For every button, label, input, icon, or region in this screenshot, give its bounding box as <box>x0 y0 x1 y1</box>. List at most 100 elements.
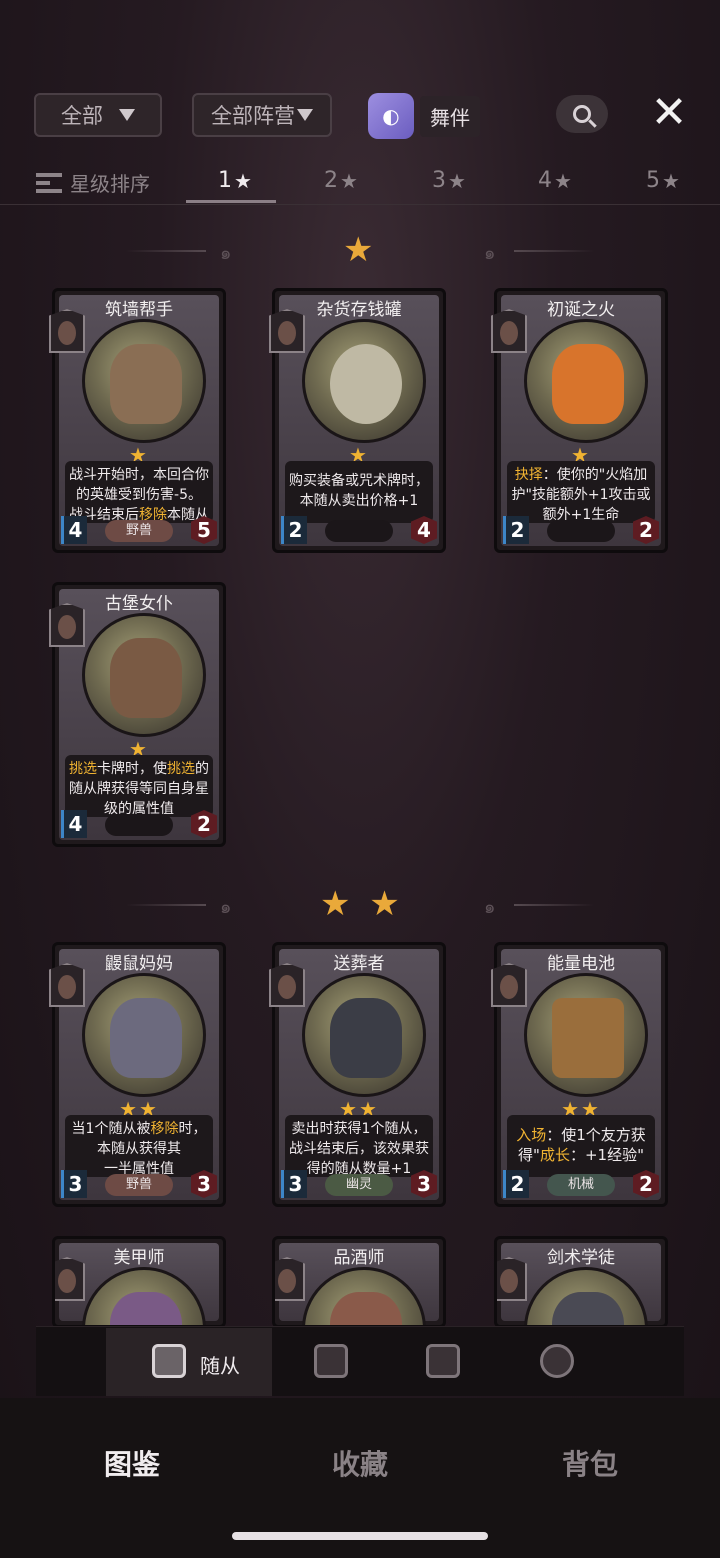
tribe-badge <box>325 520 393 542</box>
tab-star-2[interactable]: 2 ★ <box>324 168 358 193</box>
star-icon: ★ <box>234 168 252 193</box>
equipment-cards-icon[interactable] <box>426 1344 460 1378</box>
tribe-portrait-icon <box>49 963 85 1007</box>
card-manicurist[interactable]: 美甲师 <box>52 1236 226 1328</box>
home-indicator[interactable] <box>232 1532 488 1540</box>
attack-value: 2 <box>281 516 307 544</box>
tab-star-4-label: 4 <box>538 168 552 193</box>
spell-cards-icon[interactable] <box>314 1344 348 1378</box>
card-text: 入场：使1个友方获 得"成长：+1经验" <box>507 1115 655 1177</box>
tab-star-5-label: 5 <box>646 168 660 193</box>
card-text: 当1个随从被移除时， 本随从获得其 一半属性值 <box>65 1115 213 1177</box>
close-icon: ✕ <box>650 87 688 138</box>
health-value: 4 <box>411 516 437 544</box>
tribe-portrait-icon <box>491 309 527 353</box>
tribe-portrait-icon <box>491 963 527 1007</box>
nav-backpack[interactable]: 背包 <box>562 1443 618 1483</box>
tier-divider-left <box>126 904 206 906</box>
card-sword-apprentice[interactable]: 剑术学徒 <box>494 1236 668 1328</box>
chevron-down-icon <box>297 109 313 121</box>
star-icon: ★ <box>554 168 572 193</box>
star-icon: ★ <box>340 168 358 193</box>
health-value: 2 <box>633 1170 659 1198</box>
swirl-icon: ๑ <box>484 897 496 918</box>
tier-1-stars: ★ <box>343 230 378 270</box>
filter-all-label: 全部 <box>61 104 103 128</box>
card-art <box>302 973 426 1097</box>
card-mole-mother[interactable]: 鼹鼠妈妈 ★★ 当1个随从被移除时， 本随从获得其 一半属性值 3 野兽 3 <box>49 942 226 1207</box>
attack-value: 2 <box>503 516 529 544</box>
chevron-down-icon <box>119 109 135 121</box>
tab-star-4[interactable]: 4 ★ <box>538 168 572 193</box>
card-wall-builder[interactable]: 筑墙帮手 ★ 战斗开始时，本回合你 的英雄受到伤害-5。 战斗结束后移除本随从 4… <box>49 288 226 553</box>
tribe-portrait-icon <box>49 309 85 353</box>
active-tab-indicator <box>186 200 276 203</box>
tier-divider-left <box>126 250 206 252</box>
health-value: 2 <box>633 516 659 544</box>
tab-star-5[interactable]: 5 ★ <box>646 168 680 193</box>
star-sort-toggle[interactable]: 星级排序 <box>36 168 150 197</box>
filter-faction-label: 全部阵营 <box>211 104 295 128</box>
star-icon: ★ <box>662 168 680 193</box>
tier-divider-right <box>514 904 594 906</box>
tribe-badge <box>547 520 615 542</box>
tab-star-1[interactable]: 1 ★ <box>218 168 252 193</box>
card-art <box>82 613 206 737</box>
tribe-portrait-icon <box>497 1257 527 1301</box>
tribe-portrait-icon <box>49 603 85 647</box>
companion-button[interactable]: ◐ 舞伴 <box>368 93 480 139</box>
swirl-icon: ๑ <box>220 243 232 264</box>
filter-all-dropdown[interactable]: 全部 <box>34 93 162 137</box>
tribe-portrait-icon <box>269 963 305 1007</box>
category-active-highlight <box>106 1328 272 1396</box>
swirl-icon: ๑ <box>484 243 496 264</box>
attack-value: 3 <box>61 1170 87 1198</box>
card-text: 购买装备或咒术牌时， 本随从卖出价格+1 <box>285 461 433 523</box>
card-text: 战斗开始时，本回合你 的英雄受到伤害-5。 战斗结束后移除本随从 <box>65 461 213 523</box>
sort-label: 星级排序 <box>70 172 150 196</box>
tribe-badge: 野兽 <box>105 1174 173 1196</box>
filter-faction-dropdown[interactable]: 全部阵营 <box>192 93 332 137</box>
tribe-portrait-icon <box>275 1257 305 1301</box>
close-button[interactable]: ✕ <box>648 91 690 135</box>
card-sommelier[interactable]: 品酒师 <box>272 1236 446 1328</box>
tribe-badge <box>105 814 173 836</box>
health-value: 3 <box>191 1170 217 1198</box>
card-firstborn-flame[interactable]: 初诞之火 ★ 抉择：使你的"火焰加 护"技能额外+1攻击或 额外+1生命 2 2 <box>491 288 668 553</box>
nav-codex[interactable]: 图鉴 <box>104 1443 160 1483</box>
card-piggy-bank[interactable]: 杂货存钱罐 ★ 购买装备或咒术牌时， 本随从卖出价格+1 2 4 <box>269 288 446 553</box>
tribe-portrait-icon <box>269 309 305 353</box>
card-art <box>82 319 206 443</box>
tab-star-2-label: 2 <box>324 168 338 193</box>
tribe-badge: 幽灵 <box>325 1174 393 1196</box>
mask-icon: ◐ <box>368 93 414 139</box>
hero-portrait-icon[interactable] <box>540 1344 574 1378</box>
nav-collection[interactable]: 收藏 <box>332 1443 388 1483</box>
tab-divider <box>0 204 720 205</box>
card-art <box>82 973 206 1097</box>
search-icon <box>573 105 591 123</box>
tab-star-3[interactable]: 3 ★ <box>432 168 466 193</box>
tier-2-stars: ★ ★ <box>320 884 404 924</box>
tribe-portrait-icon <box>55 1257 85 1301</box>
tribe-badge: 机械 <box>547 1174 615 1196</box>
minion-cards-icon[interactable] <box>152 1344 186 1378</box>
attack-value: 4 <box>61 516 87 544</box>
attack-value: 4 <box>61 810 87 838</box>
attack-value: 2 <box>503 1170 529 1198</box>
tab-star-3-label: 3 <box>432 168 446 193</box>
health-value: 5 <box>191 516 217 544</box>
companion-label: 舞伴 <box>420 95 480 137</box>
tier-divider-right <box>514 250 594 252</box>
tribe-badge: 野兽 <box>105 520 173 542</box>
star-icon: ★ <box>448 168 466 193</box>
search-button[interactable] <box>556 95 608 133</box>
tab-star-1-label: 1 <box>218 168 232 193</box>
attack-value: 3 <box>281 1170 307 1198</box>
card-text: 挑选卡牌时，使挑选的 随从牌获得等同自身星 级的属性值 <box>65 755 213 817</box>
card-energy-battery[interactable]: 能量电池 ★★ 入场：使1个友方获 得"成长：+1经验" 2 机械 2 <box>491 942 668 1207</box>
health-value: 2 <box>191 810 217 838</box>
card-undertaker[interactable]: 送葬者 ★★ 卖出时获得1个随从， 战斗结束后，该效果获 得的随从数量+1 3 幽灵… <box>269 942 446 1207</box>
card-castle-maid[interactable]: 古堡女仆 ★ 挑选卡牌时，使挑选的 随从牌获得等同自身星 级的属性值 4 2 <box>49 582 226 847</box>
card-text: 抉择：使你的"火焰加 护"技能额外+1攻击或 额外+1生命 <box>507 461 655 523</box>
